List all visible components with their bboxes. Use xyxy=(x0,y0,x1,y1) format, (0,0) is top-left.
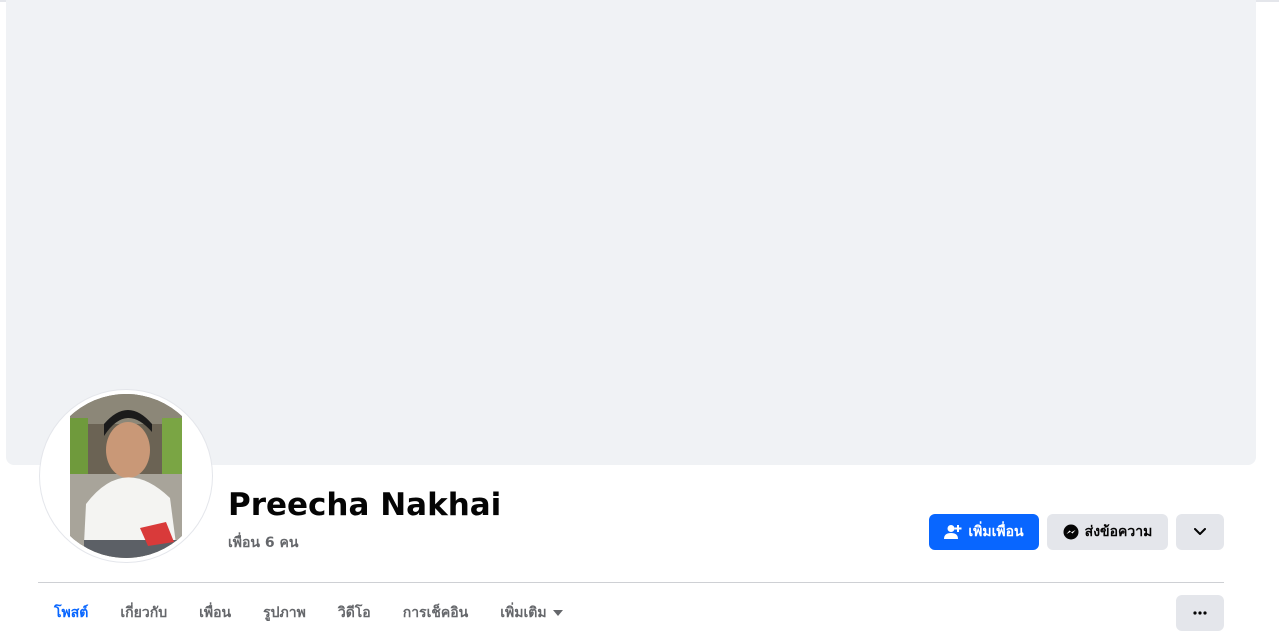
tab-label: โพสต์ xyxy=(54,605,89,621)
ellipsis-icon xyxy=(1193,611,1207,615)
more-options-button[interactable] xyxy=(1176,595,1224,631)
add-friend-button[interactable]: เพิ่มเพื่อน xyxy=(929,514,1039,550)
tab-posts[interactable]: โพสต์ xyxy=(38,597,104,629)
tab-more[interactable]: เพิ่มเติม xyxy=(484,597,578,629)
tab-videos[interactable]: วิดีโอ xyxy=(322,597,387,629)
profile-options-button[interactable] xyxy=(1176,514,1224,550)
messenger-icon xyxy=(1063,524,1079,540)
friends-count[interactable]: เพื่อน 6 คน xyxy=(228,532,298,554)
tab-label: รูปภาพ xyxy=(263,605,306,621)
profile-tabs: โพสต์ เกี่ยวกับ เพื่อน รูปภาพ วิดีโอ การ… xyxy=(38,597,579,629)
tab-label: เพิ่มเติม xyxy=(500,605,547,621)
profile-avatar[interactable] xyxy=(44,394,208,558)
chevron-down-icon xyxy=(1194,528,1206,536)
tab-photos[interactable]: รูปภาพ xyxy=(247,597,322,629)
tab-label: เกี่ยวกับ xyxy=(120,605,168,621)
tab-label: เพื่อน xyxy=(199,605,232,621)
send-message-label: ส่งข้อความ xyxy=(1084,524,1153,540)
tab-about[interactable]: เกี่ยวกับ xyxy=(104,597,183,629)
avatar-photo xyxy=(44,394,208,558)
tab-label: การเช็คอิน xyxy=(402,605,469,621)
caret-down-icon xyxy=(552,610,563,616)
tab-check-ins[interactable]: การเช็คอิน xyxy=(387,597,485,629)
tab-label: วิดีโอ xyxy=(337,605,371,621)
add-friend-label: เพิ่มเพื่อน xyxy=(968,524,1024,540)
cover-photo[interactable] xyxy=(6,0,1256,465)
tab-friends[interactable]: เพื่อน xyxy=(183,597,247,629)
person-plus-icon xyxy=(944,524,962,540)
send-message-button[interactable]: ส่งข้อความ xyxy=(1047,514,1168,550)
section-divider xyxy=(38,582,1224,583)
profile-name: Preecha Nakhai xyxy=(228,487,502,523)
